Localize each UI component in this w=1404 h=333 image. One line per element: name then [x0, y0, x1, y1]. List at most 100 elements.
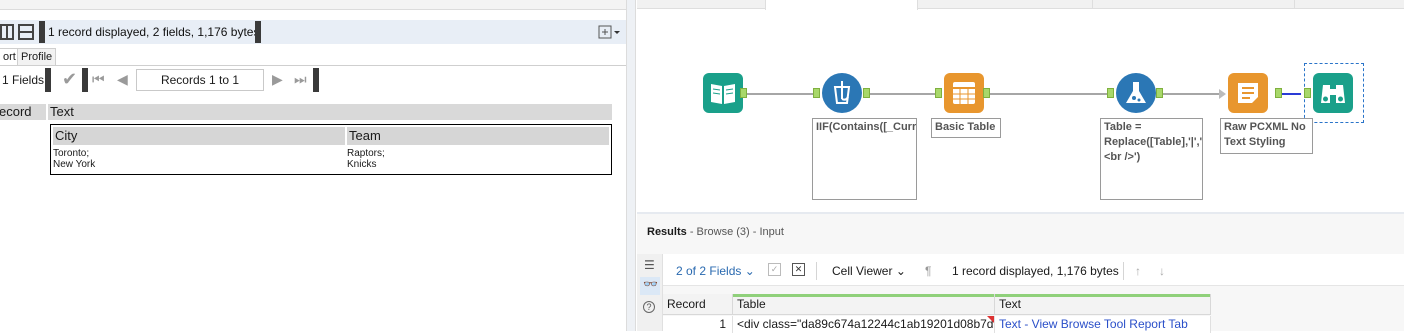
input-anchor[interactable]	[1107, 88, 1114, 98]
connection-wire[interactable]	[745, 93, 813, 95]
render-tool-icon[interactable]	[1228, 73, 1268, 113]
fields-button-label: 2 of 2 Fields	[676, 264, 742, 278]
replace-annotation: Table = Replace([Table],'|',';<br />')	[1100, 118, 1203, 200]
output-anchor[interactable]	[863, 88, 870, 98]
results-sidebar: ☰ 👓 ?	[637, 254, 663, 331]
input-tool-book-icon[interactable]	[703, 73, 743, 113]
cell-text-link[interactable]: Text - View Browse Tool Report Tab	[995, 316, 1211, 333]
table-view-icon[interactable]	[0, 23, 16, 41]
checkmark-icon[interactable]: ✔	[62, 69, 77, 90]
basic-table-tool-icon[interactable]	[944, 73, 984, 113]
report-cell: Toronto;	[53, 148, 90, 159]
tab-separator	[1294, 0, 1295, 9]
report-column-header: City	[55, 128, 78, 143]
results-grid-header: Record Table Text	[663, 294, 1211, 315]
toolbar-divider	[39, 21, 45, 43]
record-column-header: ecord	[0, 104, 32, 119]
next-record-icon[interactable]: ▶	[272, 71, 283, 88]
nav-divider	[82, 68, 88, 92]
column-header-label: Table	[737, 297, 766, 311]
text-column-header: Text	[50, 104, 74, 119]
nav-divider	[45, 68, 51, 92]
record-info: 1 record displayed, 2 fields, 1,176 byte…	[48, 25, 260, 39]
pane-splitter[interactable]	[626, 0, 636, 331]
first-record-icon[interactable]: ⏮	[92, 71, 105, 88]
report-cell: Raptors;	[347, 148, 385, 159]
browse-grid-header: ecord Text	[0, 104, 612, 120]
chevron-down-icon: ⌄	[895, 264, 906, 278]
last-record-icon[interactable]: ⏭	[294, 71, 307, 88]
browse-tool-binoculars-icon[interactable]	[1313, 73, 1353, 113]
previous-record-icon[interactable]: ◀	[117, 71, 128, 88]
formula-tool-flask-icon[interactable]	[1116, 73, 1156, 113]
help-icon[interactable]: ?	[643, 301, 655, 313]
results-record-info: 1 record displayed, 1,176 bytes	[952, 264, 1119, 278]
list-icon[interactable]: ☰	[644, 258, 655, 272]
results-panel: Results - Browse (3) - Input ☰ 👓 ? 2 of …	[637, 214, 1404, 333]
report-column-header: Team	[349, 128, 381, 143]
arrow-up-icon[interactable]: ↑	[1135, 264, 1141, 278]
arrow-down-icon[interactable]: ↓	[1159, 264, 1165, 278]
report-cell: New York	[53, 159, 96, 170]
input-anchor[interactable]	[813, 88, 820, 98]
records-range-box[interactable]: Records 1 to 1	[136, 69, 264, 91]
cell-record[interactable]: 1	[663, 316, 733, 333]
output-anchor[interactable]	[983, 88, 990, 98]
toolbar-divider	[1123, 262, 1124, 280]
output-anchor[interactable]	[740, 88, 747, 98]
connection-wire[interactable]	[865, 93, 935, 95]
multi-field-formula-tool-icon[interactable]	[822, 73, 862, 113]
formula-annotation: IIF(Contains([_CurrentField_],';'),Repla…	[812, 118, 917, 200]
output-anchor[interactable]	[1275, 88, 1282, 98]
browse-toolbar: 1 record displayed, 2 fields, 1,176 byte…	[0, 20, 626, 44]
expand-menu-icon[interactable]	[598, 24, 620, 42]
chevron-down-icon: ⌄	[744, 264, 755, 278]
canvas-tab-strip	[637, 0, 1404, 9]
record-navigation: 1 Fields ✔ ⏮ ◀ Records 1 to 1 ▶ ⏭	[0, 66, 626, 94]
column-header-text[interactable]: Text	[995, 294, 1211, 315]
toolbar-divider	[816, 262, 817, 280]
report-table: City Team Toronto; Raptors; New York Kni…	[50, 124, 612, 175]
output-anchor[interactable]	[1156, 88, 1163, 98]
column-header-accent	[995, 294, 1210, 297]
results-subtitle: - Browse (3) - Input	[689, 226, 784, 238]
toolbar-divider	[255, 21, 261, 43]
results-title: Results - Browse (3) - Input	[647, 226, 784, 238]
column-header-accent	[733, 294, 994, 297]
column-header-record[interactable]: Record	[663, 294, 733, 315]
table-row[interactable]: 1 <div class="da89c674a12244c1ab19201d08…	[663, 316, 1211, 333]
column-header-table[interactable]: Table	[733, 294, 995, 315]
report-cell: Knicks	[347, 159, 377, 170]
header-separator	[345, 127, 347, 145]
cell-table[interactable]: <div class="da89c674a12244c1ab19201d08b7…	[733, 316, 995, 333]
connection-wire[interactable]	[1158, 93, 1219, 95]
checkbox-icon[interactable]: ✓	[768, 263, 781, 276]
tab-separator	[1092, 0, 1093, 9]
basic-table-annotation: Basic Table	[931, 118, 1001, 138]
connection-wire[interactable]	[986, 93, 1107, 95]
fields-dropdown[interactable]: 2 of 2 Fields ⌄	[676, 264, 755, 278]
input-anchor[interactable]	[1304, 88, 1311, 98]
cell-viewer-label: Cell Viewer	[832, 264, 893, 278]
pilcrow-icon[interactable]: ¶	[925, 264, 931, 278]
browse-view-button[interactable]: 👓	[640, 277, 660, 295]
nav-divider	[313, 68, 319, 92]
render-annotation: Raw PCXML No Text Styling	[1220, 118, 1313, 154]
fields-label[interactable]: 1 Fields	[2, 73, 44, 87]
clear-icon[interactable]: ✕	[792, 263, 805, 276]
results-label: Results	[647, 226, 687, 238]
results-toolbar: 2 of 2 Fields ⌄ ✓ ✕ Cell Viewer ⌄ ¶ 1 re…	[663, 254, 1404, 286]
input-anchor[interactable]	[1219, 89, 1226, 99]
tab-profile[interactable]: Profile	[17, 48, 57, 66]
binoculars-icon: 👓	[643, 277, 658, 291]
workflow-canvas[interactable]: IIF(Contains([_CurrentField_],';'),Repla…	[637, 0, 1404, 212]
header-separator	[46, 104, 48, 120]
cell-viewer-dropdown[interactable]: Cell Viewer ⌄	[832, 264, 906, 278]
pane-top-strip	[0, 0, 626, 10]
canvas-active-tab[interactable]	[765, 0, 918, 10]
input-anchor[interactable]	[935, 88, 942, 98]
truncation-marker	[987, 316, 994, 323]
browse-pane: 1 record displayed, 2 fields, 1,176 byte…	[0, 0, 626, 331]
split-view-icon[interactable]	[18, 23, 34, 41]
connection-wire-selected[interactable]	[1281, 93, 1301, 95]
